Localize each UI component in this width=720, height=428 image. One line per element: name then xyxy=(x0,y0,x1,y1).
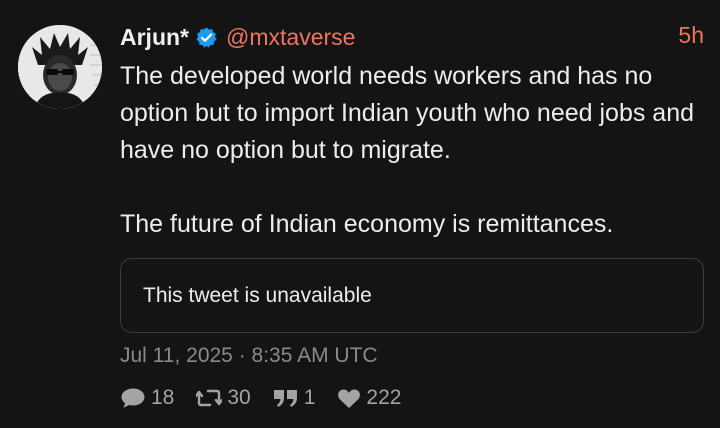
like-count: 222 xyxy=(366,386,402,409)
user-handle[interactable]: @mxtaverse xyxy=(226,24,355,51)
comment-icon xyxy=(121,388,145,408)
quoted-tweet[interactable]: This tweet is unavailable xyxy=(120,258,704,333)
avatar[interactable] xyxy=(18,25,102,109)
tweet-paragraph: The future of Indian economy is remittan… xyxy=(120,210,614,238)
profile-photo-icon xyxy=(18,25,102,109)
tweet-paragraph: The developed world needs workers and ha… xyxy=(120,62,695,164)
tweet-timestamp[interactable]: Jul 11, 2025 · 8:35 AM UTC xyxy=(120,344,378,368)
relative-time[interactable]: 5h xyxy=(678,22,704,49)
tweet-actions: 18 30 1 222 xyxy=(120,386,423,410)
quoted-tweet-text: This tweet is unavailable xyxy=(143,283,372,307)
tweet-header: Arjun* @mxtaverse 5h xyxy=(120,22,704,52)
quote-icon xyxy=(273,390,297,407)
like-button[interactable]: 222 xyxy=(337,386,401,410)
reply-count: 18 xyxy=(151,386,175,409)
quote-count: 1 xyxy=(303,386,316,409)
display-name[interactable]: Arjun* xyxy=(120,24,189,51)
retweet-icon xyxy=(196,389,223,407)
retweet-count: 30 xyxy=(227,386,251,409)
tweet-card: Arjun* @mxtaverse 5h The developed world… xyxy=(0,0,720,428)
tweet-text: The developed world needs workers and ha… xyxy=(120,58,710,243)
heart-icon xyxy=(338,389,361,408)
verified-badge-icon xyxy=(195,26,218,49)
reply-button[interactable]: 18 xyxy=(120,386,174,410)
quote-button[interactable]: 1 xyxy=(273,386,316,410)
retweet-button[interactable]: 30 xyxy=(196,386,251,410)
